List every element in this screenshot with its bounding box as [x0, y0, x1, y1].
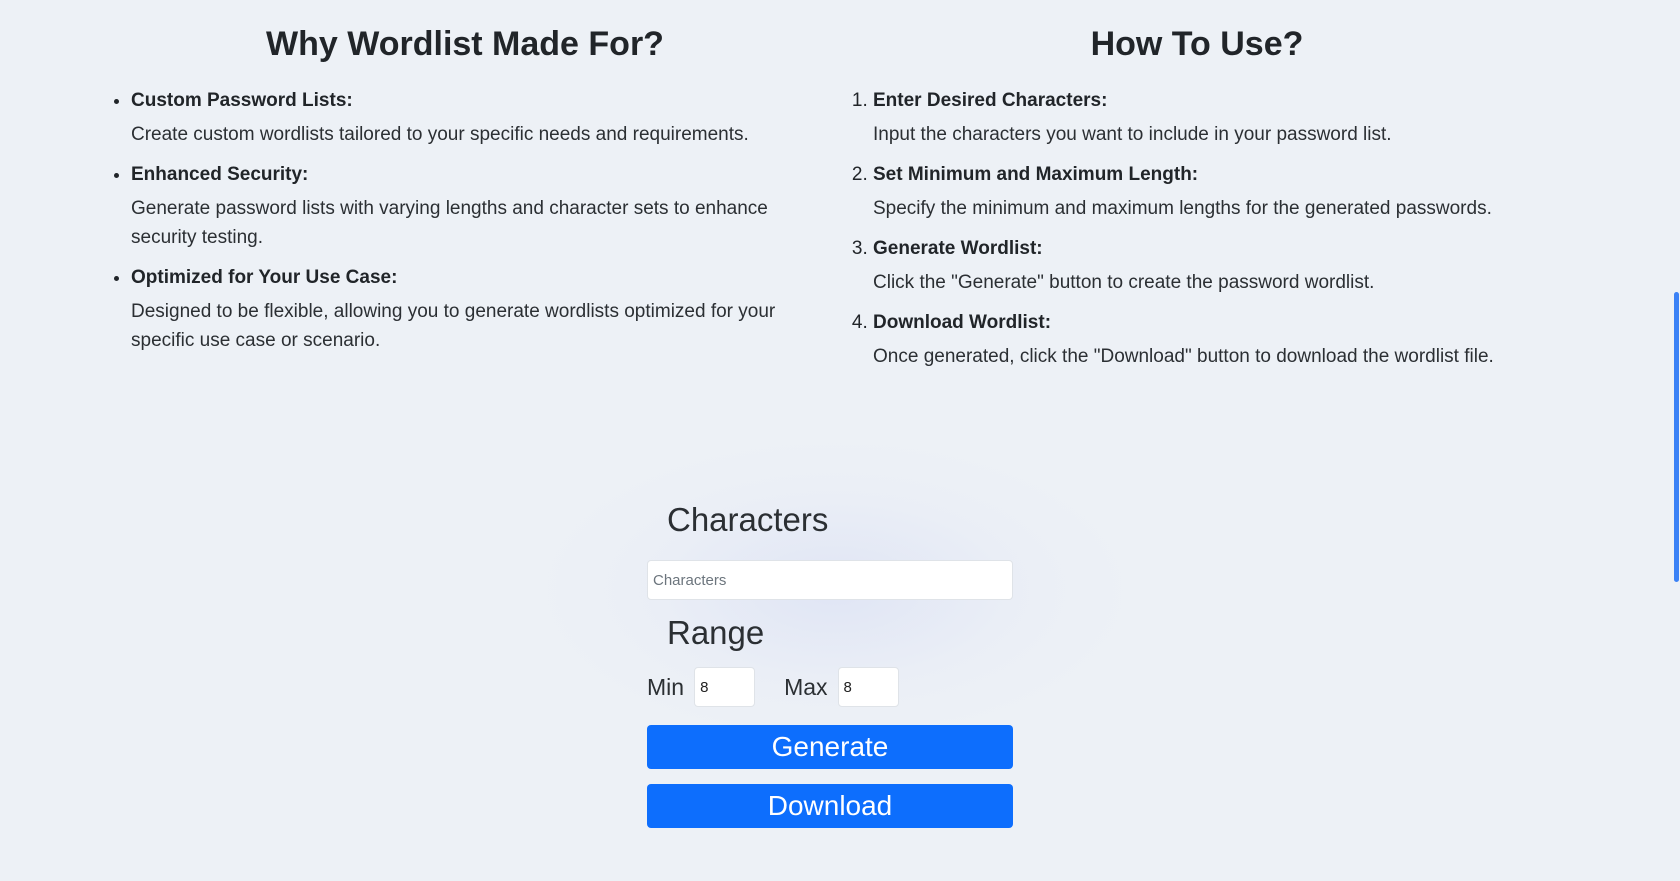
- generate-button[interactable]: Generate: [647, 725, 1013, 769]
- step-desc: Specify the minimum and maximum lengths …: [873, 198, 1492, 219]
- step-item: Generate Wordlist: Click the "Generate" …: [873, 234, 1562, 297]
- download-button[interactable]: Download: [647, 784, 1013, 828]
- wordlist-form: Characters Range Min Max Generate Downlo…: [647, 500, 1013, 828]
- list-item-desc: Designed to be flexible, allowing you to…: [131, 301, 776, 351]
- step-item: Enter Desired Characters: Input the char…: [873, 86, 1562, 149]
- step-desc: Click the "Generate" button to create th…: [873, 272, 1375, 293]
- list-item: Custom Password Lists: Create custom wor…: [131, 86, 830, 149]
- scrollbar-thumb[interactable]: [1674, 292, 1679, 582]
- page: Why Wordlist Made For? Custom Password L…: [0, 0, 1680, 881]
- list-item-desc: Generate password lists with varying len…: [131, 198, 768, 248]
- why-title: Why Wordlist Made For?: [266, 25, 664, 63]
- step-item: Set Minimum and Maximum Length: Specify …: [873, 160, 1562, 223]
- how-title: How To Use?: [1090, 25, 1304, 63]
- list-item-desc: Create custom wordlists tailored to your…: [131, 124, 749, 145]
- step-desc: Input the characters you want to include…: [873, 124, 1392, 145]
- how-steps: Enter Desired Characters: Input the char…: [842, 86, 1562, 371]
- characters-input[interactable]: [647, 560, 1013, 600]
- why-list: Custom Password Lists: Create custom wor…: [100, 86, 830, 355]
- scrollbar[interactable]: [1672, 0, 1680, 881]
- step-title: Set Minimum and Maximum Length:: [873, 164, 1199, 185]
- list-item-title: Enhanced Security:: [131, 164, 309, 185]
- list-item: Optimized for Your Use Case: Designed to…: [131, 263, 830, 355]
- step-desc: Once generated, click the "Download" but…: [873, 346, 1494, 367]
- list-item: Enhanced Security: Generate password lis…: [131, 160, 830, 252]
- max-label: Max: [784, 673, 828, 700]
- step-title: Enter Desired Characters:: [873, 90, 1108, 111]
- how-section: How To Use? Enter Desired Characters: In…: [842, 20, 1562, 382]
- range-label: Range: [667, 614, 765, 651]
- characters-label: Characters: [667, 501, 829, 538]
- range-row: Min Max: [647, 667, 1013, 707]
- min-input[interactable]: [694, 667, 756, 707]
- why-section: Why Wordlist Made For? Custom Password L…: [100, 20, 830, 366]
- list-item-title: Custom Password Lists:: [131, 90, 353, 111]
- step-title: Generate Wordlist:: [873, 238, 1043, 259]
- list-item-title: Optimized for Your Use Case:: [131, 267, 398, 288]
- step-item: Download Wordlist: Once generated, click…: [873, 308, 1562, 371]
- max-input[interactable]: [837, 667, 899, 707]
- min-label: Min: [647, 673, 685, 700]
- step-title: Download Wordlist:: [873, 312, 1052, 333]
